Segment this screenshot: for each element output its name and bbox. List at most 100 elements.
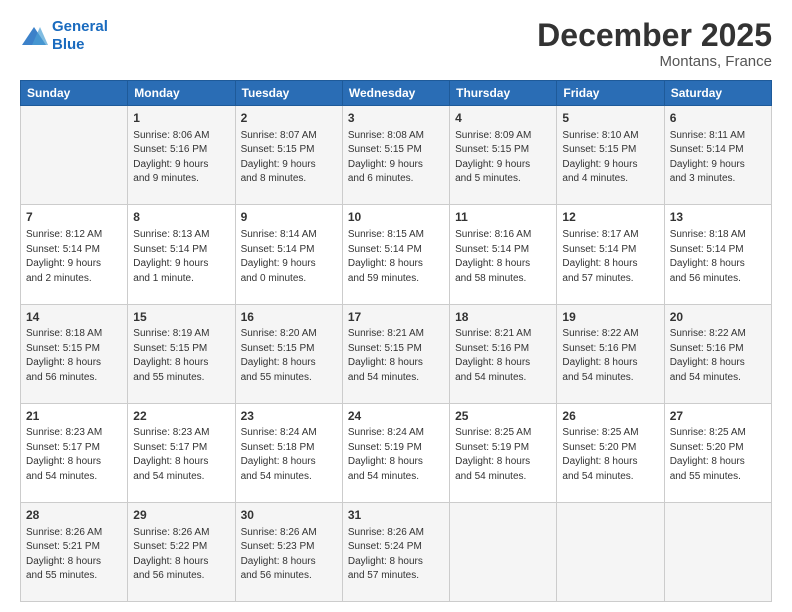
table-cell: 19Sunrise: 8:22 AMSunset: 5:16 PMDayligh… <box>557 304 664 403</box>
day-number: 6 <box>670 110 766 127</box>
table-cell: 11Sunrise: 8:16 AMSunset: 5:14 PMDayligh… <box>450 205 557 304</box>
day-number: 18 <box>455 309 551 326</box>
day-info: Sunrise: 8:23 AMSunset: 5:17 PMDaylight:… <box>26 426 122 484</box>
table-cell: 29 Sunrise: 8:26 AMSunset: 5:22 PMDayligh… <box>128 502 235 601</box>
calendar-row: 14Sunrise: 8:18 AMSunset: 5:15 PMDayligh… <box>21 304 772 403</box>
table-cell <box>664 502 771 601</box>
day-number: 9 <box>241 209 337 226</box>
table-cell: 15Sunrise: 8:19 AMSunset: 5:15 PMDayligh… <box>128 304 235 403</box>
day-number: 13 <box>670 209 766 226</box>
table-cell: 16Sunrise: 8:20 AMSunset: 5:15 PMDayligh… <box>235 304 342 403</box>
calendar-row: 1 Sunrise: 8:06 AMSunset: 5:16 PMDaylight… <box>21 106 772 205</box>
day-info: Sunrise: 8:06 AMSunset: 5:16 PMDaylight:… <box>133 129 229 187</box>
day-number: 17 <box>348 309 444 326</box>
day-info: Sunrise: 8:26 AMSunset: 5:24 PMDaylight:… <box>348 526 444 584</box>
page: General Blue December 2025 Montans, Fran… <box>0 0 792 612</box>
col-tuesday: Tuesday <box>235 81 342 106</box>
day-info: Sunrise: 8:09 AMSunset: 5:15 PMDaylight:… <box>455 129 551 187</box>
table-cell: 26Sunrise: 8:25 AMSunset: 5:20 PMDayligh… <box>557 403 664 502</box>
day-info: Sunrise: 8:26 AMSunset: 5:22 PMDaylight:… <box>133 526 229 584</box>
table-cell: 20Sunrise: 8:22 AMSunset: 5:16 PMDayligh… <box>664 304 771 403</box>
logo-line1: General <box>52 18 108 35</box>
day-number: 21 <box>26 408 122 425</box>
table-cell: 9 Sunrise: 8:14 AMSunset: 5:14 PMDaylight… <box>235 205 342 304</box>
day-number: 8 <box>133 209 229 226</box>
day-info: Sunrise: 8:10 AMSunset: 5:15 PMDaylight:… <box>562 129 658 187</box>
day-info: Sunrise: 8:13 AMSunset: 5:14 PMDaylight:… <box>133 228 229 286</box>
day-info: Sunrise: 8:26 AMSunset: 5:21 PMDaylight:… <box>26 526 122 584</box>
day-number: 24 <box>348 408 444 425</box>
col-sunday: Sunday <box>21 81 128 106</box>
table-cell: 2Sunrise: 8:07 AMSunset: 5:15 PMDaylight… <box>235 106 342 205</box>
table-cell: 13Sunrise: 8:18 AMSunset: 5:14 PMDayligh… <box>664 205 771 304</box>
calendar-row: 21Sunrise: 8:23 AMSunset: 5:17 PMDayligh… <box>21 403 772 502</box>
table-cell <box>557 502 664 601</box>
day-number: 15 <box>133 309 229 326</box>
day-number: 30 <box>241 507 337 524</box>
day-info: Sunrise: 8:14 AMSunset: 5:14 PMDaylight:… <box>241 228 337 286</box>
day-info: Sunrise: 8:24 AMSunset: 5:19 PMDaylight:… <box>348 426 444 484</box>
day-number: 29 <box>133 507 229 524</box>
table-cell: 23Sunrise: 8:24 AMSunset: 5:18 PMDayligh… <box>235 403 342 502</box>
table-cell: 7 Sunrise: 8:12 AMSunset: 5:14 PMDaylight… <box>21 205 128 304</box>
day-number: 23 <box>241 408 337 425</box>
day-info: Sunrise: 8:12 AMSunset: 5:14 PMDaylight:… <box>26 228 122 286</box>
table-cell: 1 Sunrise: 8:06 AMSunset: 5:16 PMDaylight… <box>128 106 235 205</box>
day-info: Sunrise: 8:21 AMSunset: 5:16 PMDaylight:… <box>455 327 551 385</box>
col-thursday: Thursday <box>450 81 557 106</box>
table-cell <box>21 106 128 205</box>
table-cell: 4 Sunrise: 8:09 AMSunset: 5:15 PMDaylight… <box>450 106 557 205</box>
table-cell: 31 Sunrise: 8:26 AMSunset: 5:24 PMDayligh… <box>342 502 449 601</box>
day-info: Sunrise: 8:11 AMSunset: 5:14 PMDaylight:… <box>670 129 766 187</box>
day-number: 11 <box>455 209 551 226</box>
day-info: Sunrise: 8:19 AMSunset: 5:15 PMDaylight:… <box>133 327 229 385</box>
day-number: 7 <box>26 209 122 226</box>
col-saturday: Saturday <box>664 81 771 106</box>
table-cell: 14Sunrise: 8:18 AMSunset: 5:15 PMDayligh… <box>21 304 128 403</box>
col-friday: Friday <box>557 81 664 106</box>
logo-line2: Blue <box>52 36 85 53</box>
day-number: 5 <box>562 110 658 127</box>
day-info: Sunrise: 8:08 AMSunset: 5:15 PMDaylight:… <box>348 129 444 187</box>
day-info: Sunrise: 8:22 AMSunset: 5:16 PMDaylight:… <box>562 327 658 385</box>
day-info: Sunrise: 8:25 AMSunset: 5:20 PMDaylight:… <box>562 426 658 484</box>
calendar-header-row: Sunday Monday Tuesday Wednesday Thursday… <box>21 81 772 106</box>
table-cell: 24Sunrise: 8:24 AMSunset: 5:19 PMDayligh… <box>342 403 449 502</box>
col-monday: Monday <box>128 81 235 106</box>
day-info: Sunrise: 8:21 AMSunset: 5:15 PMDaylight:… <box>348 327 444 385</box>
calendar-row: 7 Sunrise: 8:12 AMSunset: 5:14 PMDaylight… <box>21 205 772 304</box>
day-info: Sunrise: 8:17 AMSunset: 5:14 PMDaylight:… <box>562 228 658 286</box>
logo-icon <box>20 25 48 47</box>
table-cell: 22Sunrise: 8:23 AMSunset: 5:17 PMDayligh… <box>128 403 235 502</box>
day-number: 10 <box>348 209 444 226</box>
day-info: Sunrise: 8:07 AMSunset: 5:15 PMDaylight:… <box>241 129 337 187</box>
table-cell: 10Sunrise: 8:15 AMSunset: 5:14 PMDayligh… <box>342 205 449 304</box>
day-number: 4 <box>455 110 551 127</box>
table-cell: 28 Sunrise: 8:26 AMSunset: 5:21 PMDayligh… <box>21 502 128 601</box>
table-cell: 21Sunrise: 8:23 AMSunset: 5:17 PMDayligh… <box>21 403 128 502</box>
table-cell: 8 Sunrise: 8:13 AMSunset: 5:14 PMDaylight… <box>128 205 235 304</box>
day-number: 31 <box>348 507 444 524</box>
day-number: 1 <box>133 110 229 127</box>
table-cell: 5 Sunrise: 8:10 AMSunset: 5:15 PMDaylight… <box>557 106 664 205</box>
table-cell: 30 Sunrise: 8:26 AMSunset: 5:23 PMDayligh… <box>235 502 342 601</box>
title-block: December 2025 Montans, France <box>537 18 772 70</box>
day-info: Sunrise: 8:25 AMSunset: 5:19 PMDaylight:… <box>455 426 551 484</box>
day-info: Sunrise: 8:24 AMSunset: 5:18 PMDaylight:… <box>241 426 337 484</box>
day-info: Sunrise: 8:26 AMSunset: 5:23 PMDaylight:… <box>241 526 337 584</box>
day-info: Sunrise: 8:22 AMSunset: 5:16 PMDaylight:… <box>670 327 766 385</box>
day-number: 28 <box>26 507 122 524</box>
table-cell: 17Sunrise: 8:21 AMSunset: 5:15 PMDayligh… <box>342 304 449 403</box>
table-cell: 6 Sunrise: 8:11 AMSunset: 5:14 PMDaylight… <box>664 106 771 205</box>
location: Montans, France <box>537 53 772 70</box>
table-cell: 25Sunrise: 8:25 AMSunset: 5:19 PMDayligh… <box>450 403 557 502</box>
month-title: December 2025 <box>537 18 772 53</box>
calendar-row: 28 Sunrise: 8:26 AMSunset: 5:21 PMDayligh… <box>21 502 772 601</box>
header: General Blue December 2025 Montans, Fran… <box>20 18 772 70</box>
day-number: 3 <box>348 110 444 127</box>
col-wednesday: Wednesday <box>342 81 449 106</box>
table-cell: 12Sunrise: 8:17 AMSunset: 5:14 PMDayligh… <box>557 205 664 304</box>
calendar-table: Sunday Monday Tuesday Wednesday Thursday… <box>20 80 772 602</box>
logo: General Blue <box>20 18 108 54</box>
day-number: 22 <box>133 408 229 425</box>
